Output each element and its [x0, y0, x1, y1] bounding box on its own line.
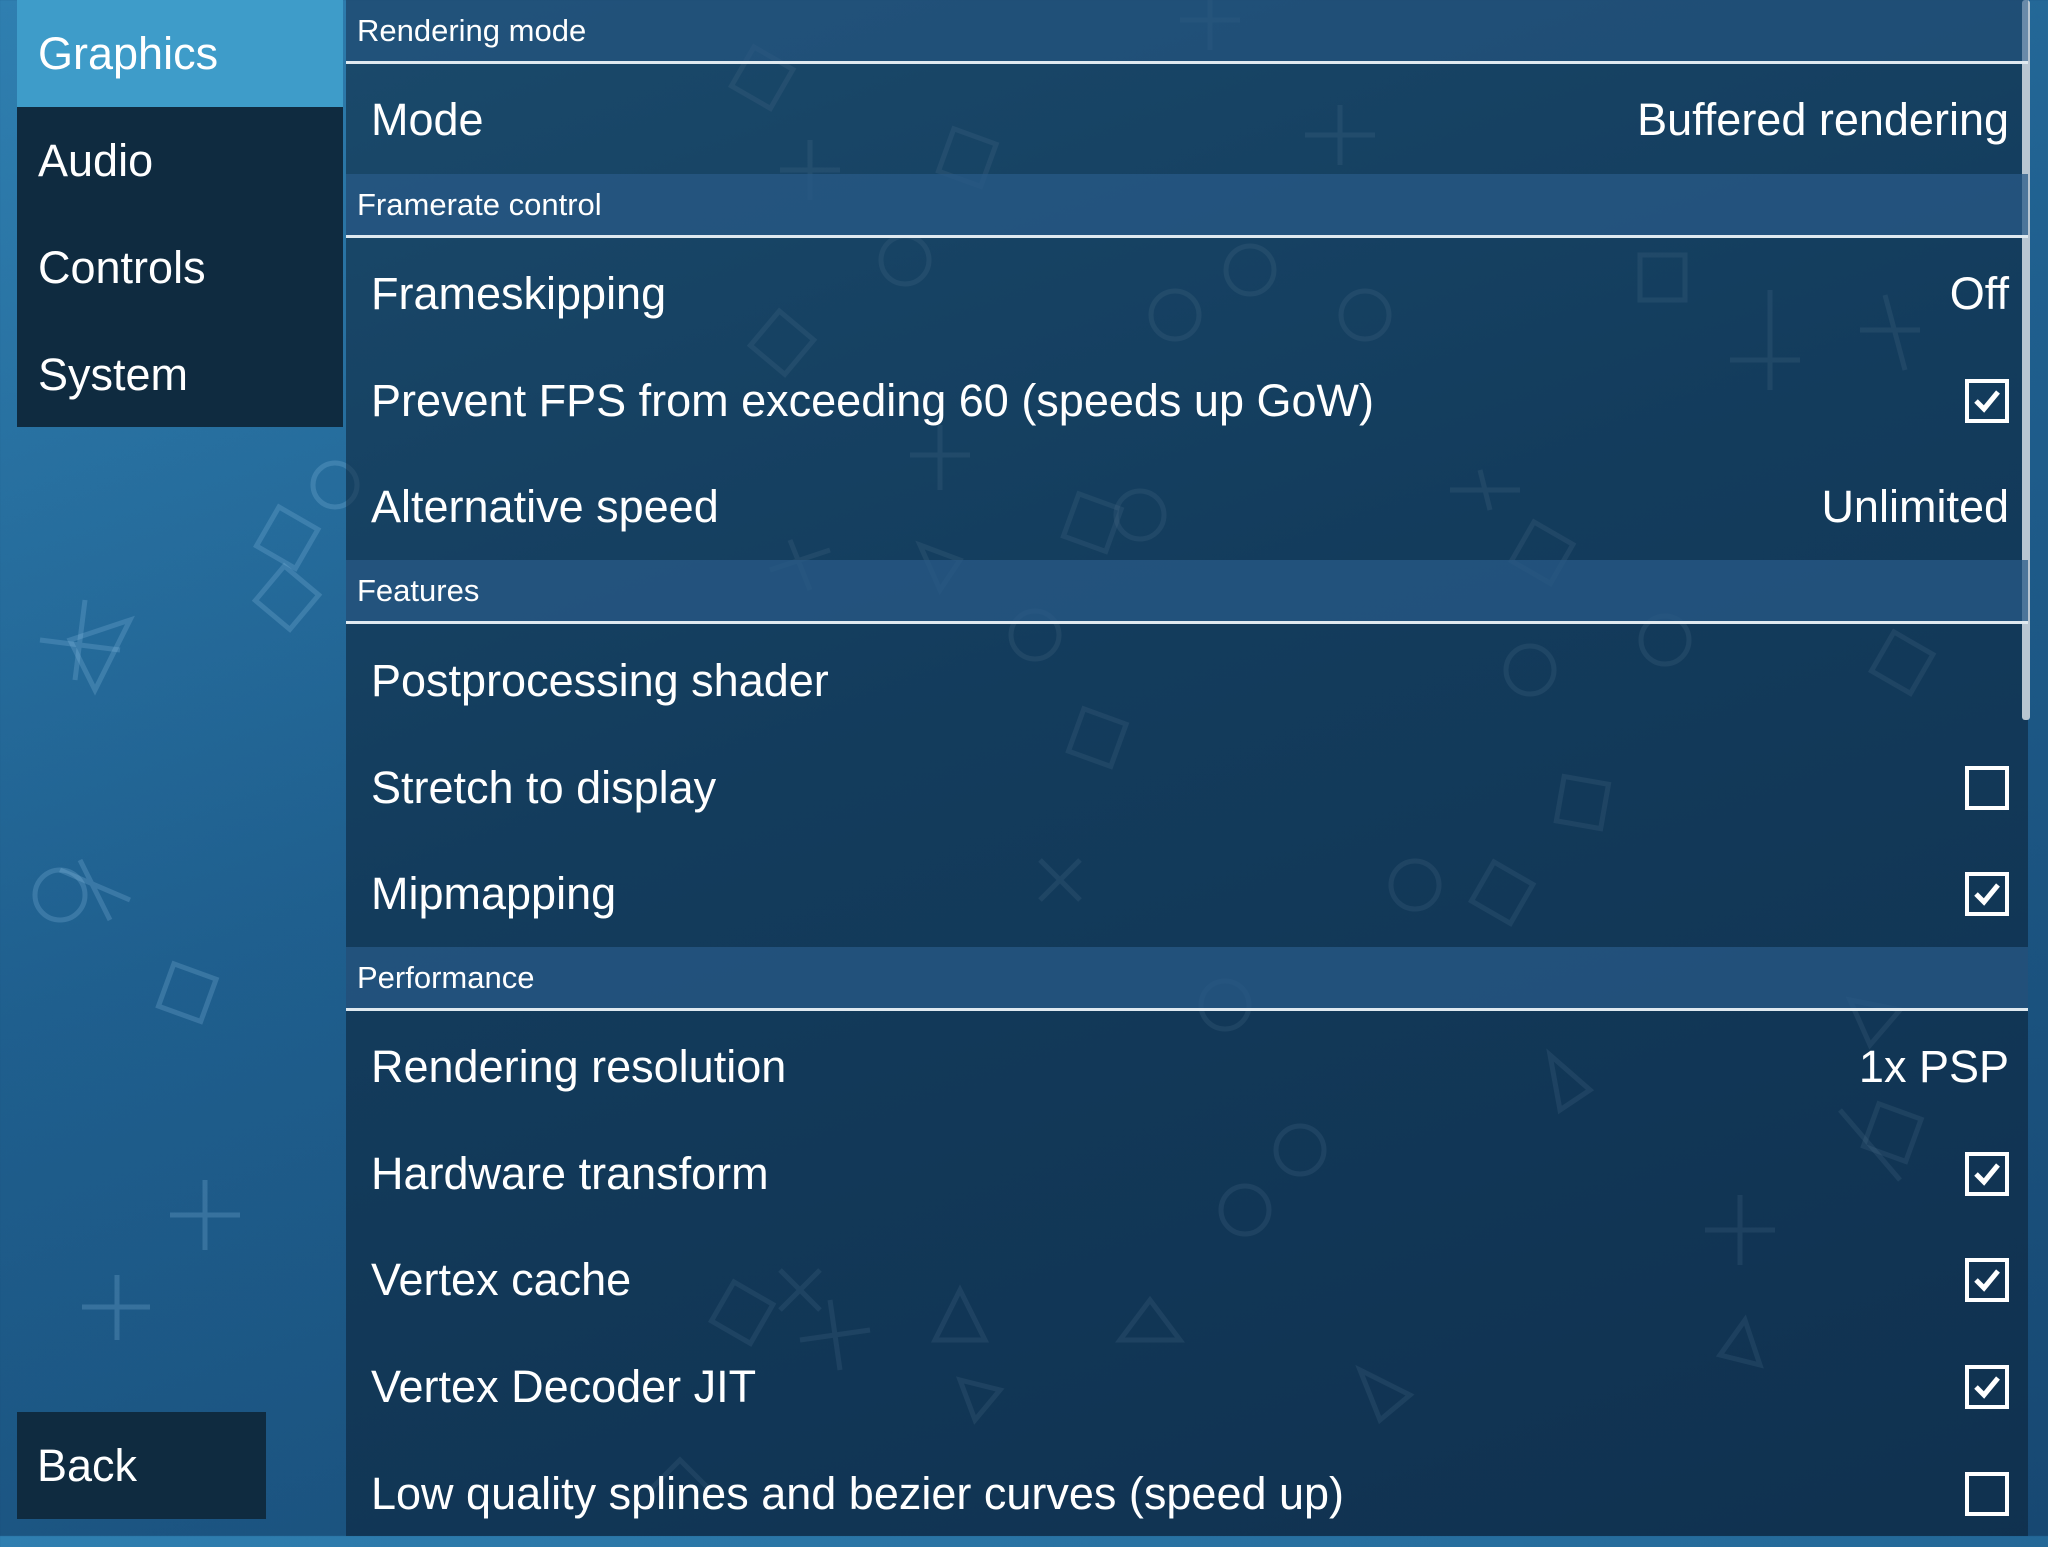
setting-prevent-fps[interactable]: Prevent FPS from exceeding 60 (speeds up…	[346, 347, 2028, 454]
tab-audio[interactable]: Audio	[17, 107, 343, 214]
tab-system[interactable]: System	[17, 321, 343, 428]
setting-value: Buffered rendering	[1637, 93, 2009, 145]
checkbox[interactable]	[1965, 871, 2009, 916]
setting-label: Stretch to display	[371, 761, 717, 813]
setting-rendering-resolution[interactable]: Rendering resolution 1x PSP	[346, 1013, 2028, 1120]
setting-mipmapping[interactable]: Mipmapping	[346, 840, 2028, 947]
checkbox[interactable]	[1965, 378, 2009, 423]
setting-label: Hardware transform	[371, 1147, 769, 1199]
setting-label: Postprocessing shader	[371, 654, 829, 706]
setting-label: Prevent FPS from exceeding 60 (speeds up…	[371, 374, 1374, 426]
setting-label: Vertex Decoder JIT	[371, 1360, 757, 1412]
checkbox[interactable]	[1965, 1364, 2009, 1409]
checkmark-icon	[1974, 1268, 2000, 1292]
settings-tab-list: Graphics Audio Controls System	[17, 0, 343, 427]
setting-vertex-decoder-jit[interactable]: Vertex Decoder JIT	[346, 1333, 2028, 1440]
setting-alternative-speed[interactable]: Alternative speed Unlimited	[346, 453, 2028, 560]
checkbox[interactable]	[1965, 765, 2009, 810]
setting-label: Alternative speed	[371, 480, 719, 532]
setting-label: Mipmapping	[371, 867, 617, 919]
setting-low-quality-splines[interactable]: Low quality splines and bezier curves (s…	[346, 1440, 2028, 1547]
setting-value: Unlimited	[1821, 480, 2009, 532]
checkmark-icon	[1974, 1375, 2000, 1399]
section-header-features: Features	[346, 560, 2028, 624]
section-header-rendering-mode: Rendering mode	[346, 0, 2028, 64]
checkmark-icon	[1974, 389, 2000, 413]
setting-label: Frameskipping	[371, 267, 667, 319]
tab-controls[interactable]: Controls	[17, 214, 343, 321]
setting-mode[interactable]: Mode Buffered rendering	[346, 66, 2028, 173]
setting-frameskipping[interactable]: Frameskipping Off	[346, 240, 2028, 347]
checkbox[interactable]	[1965, 1471, 2009, 1516]
checkmark-icon	[1974, 882, 2000, 906]
setting-label: Mode	[371, 93, 484, 145]
section-header-performance: Performance	[346, 947, 2028, 1011]
checkmark-icon	[1974, 1162, 2000, 1186]
checkbox[interactable]	[1965, 1151, 2009, 1196]
setting-label: Rendering resolution	[371, 1040, 787, 1092]
setting-value: 1x PSP	[1858, 1040, 2009, 1092]
setting-value: Off	[1949, 267, 2009, 319]
setting-label: Vertex cache	[371, 1253, 632, 1305]
setting-hardware-transform[interactable]: Hardware transform	[346, 1120, 2028, 1227]
checkbox[interactable]	[1965, 1257, 2009, 1302]
setting-postprocessing-shader[interactable]: Postprocessing shader	[346, 627, 2028, 734]
setting-vertex-cache[interactable]: Vertex cache	[346, 1226, 2028, 1333]
tab-graphics[interactable]: Graphics	[17, 0, 343, 107]
section-header-framerate-control: Framerate control	[346, 174, 2028, 238]
setting-label: Low quality splines and bezier curves (s…	[371, 1467, 1345, 1519]
setting-stretch-to-display[interactable]: Stretch to display	[346, 734, 2028, 841]
back-button[interactable]: Back	[17, 1412, 266, 1519]
